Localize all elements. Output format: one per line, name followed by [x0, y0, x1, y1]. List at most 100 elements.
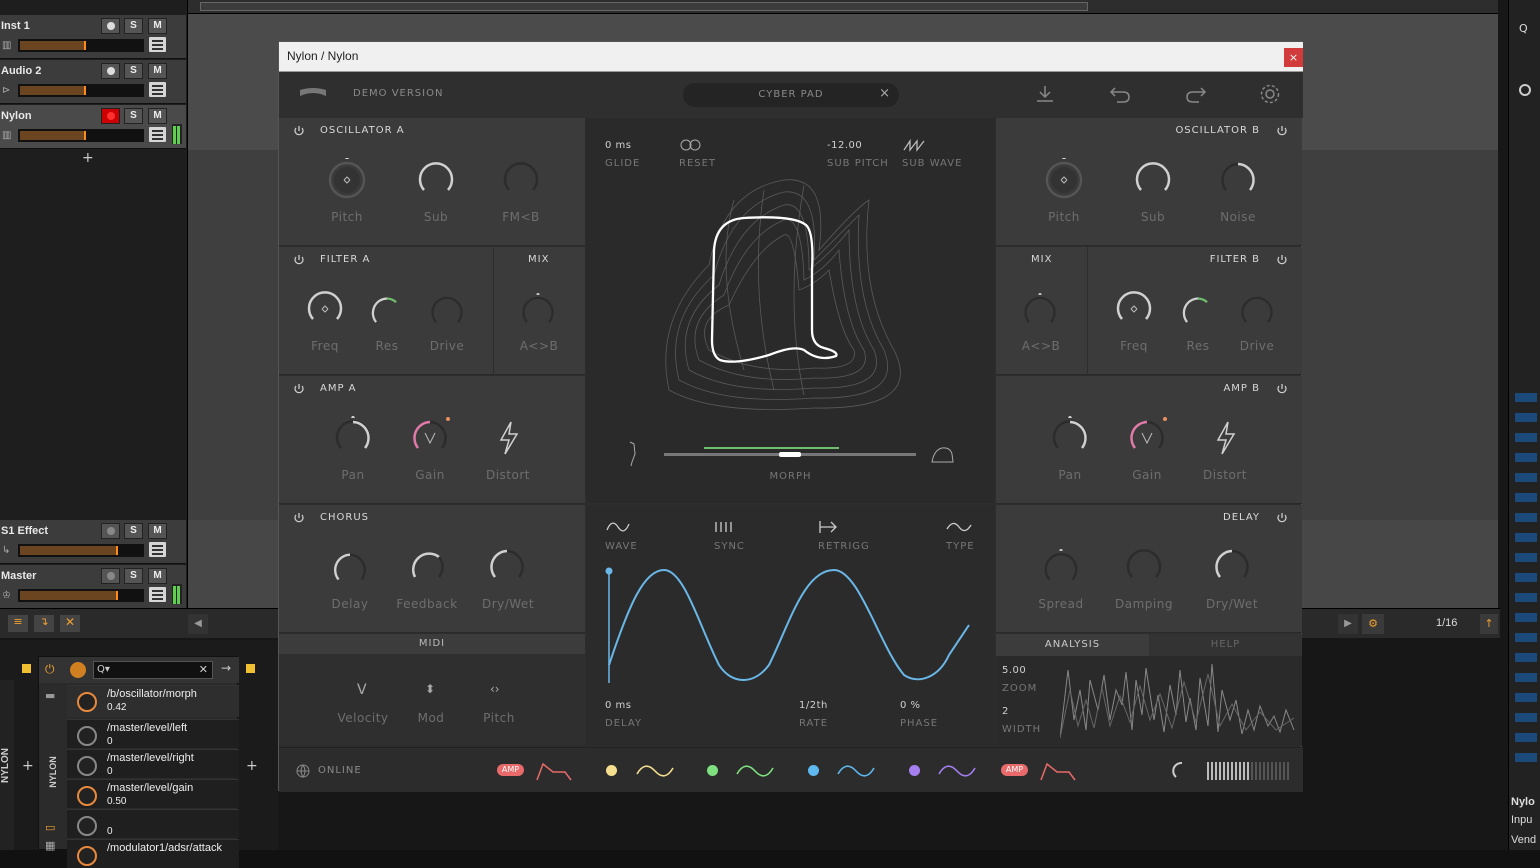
- track-inst-1[interactable]: Inst 1 S M ▥: [0, 15, 186, 59]
- power-icon[interactable]: [293, 383, 305, 395]
- lfo4-wave-icon[interactable]: [937, 762, 977, 780]
- lfo3-wave-icon[interactable]: [836, 762, 876, 780]
- master-volume-knob[interactable]: [1171, 760, 1193, 782]
- volume-meter[interactable]: [18, 589, 144, 602]
- sub-knob[interactable]: [414, 158, 458, 202]
- grid-resolution[interactable]: 1/16: [1436, 617, 1457, 629]
- solo-button[interactable]: S: [124, 568, 143, 584]
- solo-button[interactable]: S: [124, 18, 143, 34]
- power-icon[interactable]: [1276, 254, 1288, 266]
- track-master[interactable]: Master S M ♔: [0, 565, 186, 609]
- sine-wave-icon[interactable]: [606, 521, 630, 533]
- drive-knob[interactable]: [1237, 293, 1277, 333]
- pan-knob[interactable]: [331, 416, 375, 460]
- scroll-right-button[interactable]: ▶: [1338, 614, 1358, 634]
- record-arm-button[interactable]: [101, 568, 120, 584]
- mod-icon[interactable]: ⬍: [425, 682, 435, 696]
- solo-button[interactable]: S: [124, 523, 143, 539]
- velocity-icon[interactable]: V: [357, 682, 367, 698]
- add-device-button-right[interactable]: +: [246, 758, 258, 774]
- record-icon[interactable]: [1519, 84, 1531, 96]
- lfo-dot[interactable]: [707, 765, 718, 776]
- damping-knob[interactable]: [1122, 545, 1166, 589]
- settings-gear-icon[interactable]: [1259, 83, 1281, 105]
- retrigger-icon[interactable]: [818, 520, 840, 534]
- morph-slider-thumb[interactable]: [779, 452, 801, 457]
- close-button[interactable]: ×: [1284, 48, 1303, 67]
- sub-pitch-value[interactable]: -12.00: [827, 140, 862, 151]
- freq-knob[interactable]: [1112, 287, 1156, 331]
- gain-knob[interactable]: [408, 416, 452, 460]
- amp-badge[interactable]: AMP: [497, 764, 524, 776]
- mix-knob[interactable]: [518, 293, 558, 333]
- modulator-row[interactable]: /b/oscillator/morph 0.42: [67, 685, 239, 717]
- lfo-dot[interactable]: [808, 765, 819, 776]
- add-device-button[interactable]: +: [22, 758, 34, 774]
- browser-items[interactable]: [1515, 385, 1537, 765]
- glide-value[interactable]: 0 ms: [605, 140, 632, 151]
- mute-button[interactable]: M: [148, 523, 167, 539]
- tracks-icon[interactable]: ≡: [8, 615, 28, 632]
- mute-button[interactable]: M: [148, 18, 167, 34]
- help-tab[interactable]: HELP: [1149, 634, 1302, 656]
- dry-wet-knob[interactable]: [485, 545, 529, 589]
- freq-knob[interactable]: [303, 287, 347, 331]
- container-icon[interactable]: ▭: [45, 821, 55, 834]
- pin-icon[interactable]: ↑: [1480, 614, 1498, 634]
- saw-wave-icon[interactable]: [902, 138, 926, 152]
- record-arm-button[interactable]: [101, 63, 120, 79]
- preset-clear-icon[interactable]: ×: [879, 86, 890, 101]
- envelope-icon[interactable]: [1039, 760, 1079, 782]
- modulator-knob[interactable]: [77, 692, 97, 712]
- zoom-value[interactable]: 5.00: [1002, 665, 1026, 676]
- record-arm-button[interactable]: [101, 108, 120, 124]
- modulation-icon[interactable]: [70, 662, 86, 678]
- mute-button[interactable]: M: [148, 568, 167, 584]
- mute-button[interactable]: M: [148, 63, 167, 79]
- volume-meter[interactable]: [18, 39, 144, 52]
- spread-knob[interactable]: [1040, 549, 1082, 591]
- modulator-row[interactable]: /master/level/left 0: [67, 719, 239, 748]
- amp-badge[interactable]: AMP: [1001, 764, 1028, 776]
- morph-waveform-visual[interactable]: [654, 170, 924, 420]
- lfo-dot[interactable]: [606, 765, 617, 776]
- power-icon[interactable]: [1276, 383, 1288, 395]
- pitch-knob[interactable]: [325, 158, 369, 202]
- arrow-down-icon[interactable]: ↴: [34, 615, 54, 632]
- search-icon[interactable]: Q: [1519, 22, 1528, 35]
- power-icon[interactable]: [293, 125, 305, 137]
- lfo-dot[interactable]: [909, 765, 920, 776]
- noise-knob[interactable]: [1216, 158, 1260, 202]
- solo-button[interactable]: S: [124, 63, 143, 79]
- distort-lightning-icon[interactable]: [1204, 416, 1248, 460]
- power-icon[interactable]: ⏻: [45, 662, 55, 677]
- delay-knob[interactable]: [329, 549, 371, 591]
- record-arm-button[interactable]: [101, 18, 120, 34]
- window-titlebar[interactable]: Nylon / Nylon ×: [279, 42, 1303, 72]
- search-input[interactable]: Q▾ ✕: [93, 661, 213, 679]
- modulator-knob[interactable]: [77, 816, 97, 836]
- lfo2-wave-icon[interactable]: [735, 762, 775, 780]
- undo-icon[interactable]: [1109, 84, 1131, 104]
- menu-icon[interactable]: [149, 82, 166, 97]
- feedback-knob[interactable]: [405, 545, 449, 589]
- menu-icon[interactable]: [149, 37, 166, 52]
- track-audio-2[interactable]: Audio 2 S M ⊳: [0, 60, 186, 104]
- reset-icon[interactable]: [679, 138, 703, 152]
- power-icon[interactable]: [293, 254, 305, 266]
- dry-wet-knob[interactable]: [1210, 545, 1254, 589]
- pitch-icon[interactable]: ‹›: [490, 682, 500, 696]
- modulator-row[interactable]: 0: [67, 809, 239, 838]
- sync-icon[interactable]: [714, 521, 734, 533]
- modulator-knob[interactable]: [77, 726, 97, 746]
- modulator-knob[interactable]: [77, 756, 97, 776]
- modulator-row[interactable]: /modulator1/adsr/attack: [67, 839, 239, 868]
- preset-selector[interactable]: CYBER PAD ×: [683, 83, 899, 107]
- menu-icon[interactable]: [149, 587, 166, 602]
- close-icon[interactable]: ✕: [60, 615, 80, 632]
- snap-icon[interactable]: ⚙: [1362, 614, 1384, 634]
- modulator-knob[interactable]: [77, 786, 97, 806]
- folder-icon[interactable]: ▬: [45, 689, 55, 702]
- morph-slider[interactable]: [664, 452, 916, 457]
- drive-knob[interactable]: [427, 293, 467, 333]
